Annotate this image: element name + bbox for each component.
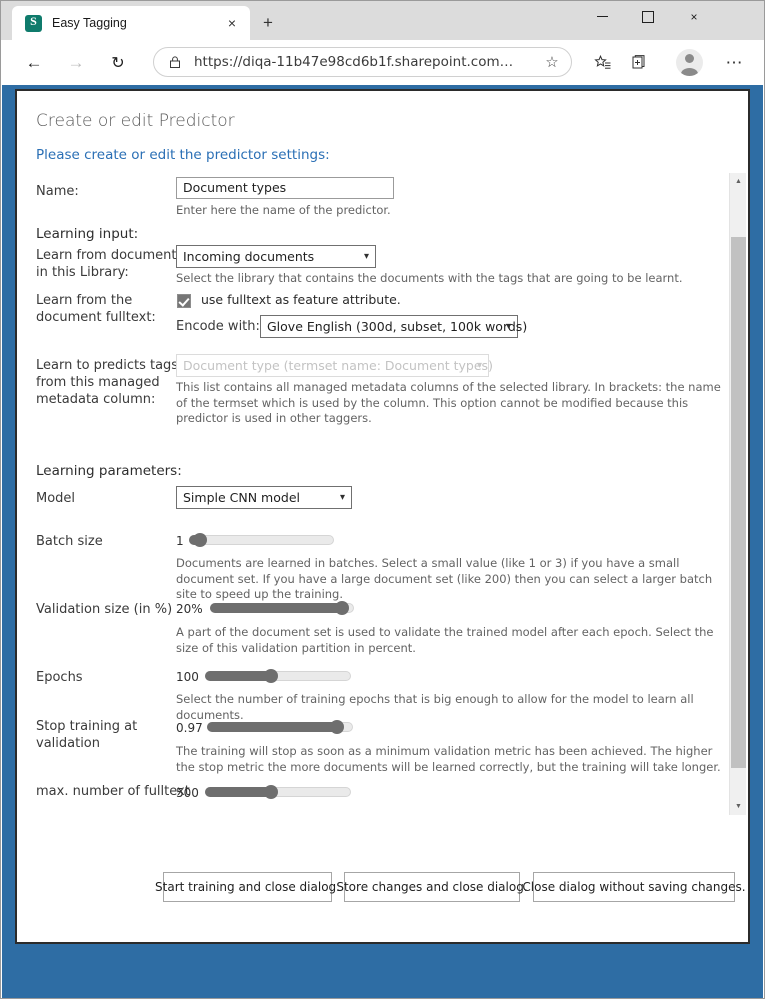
model-label: Model	[36, 490, 75, 507]
slider-thumb[interactable]	[335, 601, 349, 615]
learning-input-heading: Learning input:	[36, 226, 138, 242]
name-label: Name:	[36, 183, 176, 200]
metadata-column-help-text: This list contains all managed metadata …	[176, 380, 724, 427]
batch-size-label: Batch size	[36, 533, 103, 550]
library-help-text: Select the library that contains the doc…	[176, 271, 721, 287]
batch-size-help-text: Documents are learned in batches. Select…	[176, 556, 724, 603]
lock-icon	[168, 55, 182, 69]
collections-icon[interactable]	[626, 49, 653, 76]
tab-title: Easy Tagging	[52, 16, 220, 30]
encode-with-label: Encode with:	[176, 318, 260, 335]
tab-close-icon[interactable]: ×	[220, 11, 244, 35]
dialog-scrollbar[interactable]: ▲ ▼	[729, 173, 746, 815]
more-options-icon[interactable]: ⋯	[721, 49, 748, 76]
start-training-button[interactable]: Start training and close dialog.	[163, 872, 332, 902]
stop-training-label: Stop training at validation	[36, 718, 171, 752]
favorite-star-icon[interactable]: ☆	[539, 53, 565, 71]
predictor-dialog: Create or edit Predictor Please create o…	[15, 89, 750, 944]
epochs-value: 100	[176, 670, 199, 684]
scroll-up-arrow-icon[interactable]: ▲	[730, 173, 747, 190]
slider-thumb[interactable]	[193, 533, 207, 547]
encode-with-value: Glove English (300d, subset, 100k words)	[267, 319, 527, 334]
fulltext-label: Learn from the document fulltext:	[36, 292, 184, 326]
browser-toolbar: ← → ↻ https://diqa-11b47e98cd6b1f.sharep…	[1, 40, 764, 85]
name-input[interactable]: Document types	[176, 177, 394, 199]
batch-size-slider[interactable]	[189, 533, 334, 547]
slider-thumb[interactable]	[330, 720, 344, 734]
tab-strip: Easy Tagging × + ×	[1, 1, 764, 40]
sharepoint-favicon-icon	[25, 15, 42, 32]
scroll-down-arrow-icon[interactable]: ▼	[730, 798, 747, 815]
chevron-down-icon: ▾	[340, 487, 345, 508]
dialog-subtitle: Please create or edit the predictor sett…	[36, 147, 330, 163]
form-scroll-area: Name: Document types Enter here the name…	[17, 173, 748, 815]
dialog-button-row: Start training and close dialog. Store c…	[17, 872, 752, 902]
stop-training-value: 0.97	[176, 721, 203, 735]
slider-fill	[205, 787, 271, 797]
learning-parameters-heading: Learning parameters:	[36, 463, 182, 479]
window-close-button[interactable]: ×	[671, 1, 717, 32]
epochs-slider[interactable]	[205, 669, 351, 683]
window-maximize-button[interactable]	[625, 1, 671, 32]
address-bar[interactable]: https://diqa-11b47e98cd6b1f.sharepoint.c…	[153, 47, 572, 77]
close-dialog-button[interactable]: Close dialog without saving changes.	[533, 872, 735, 902]
scrollbar-thumb[interactable]	[731, 237, 746, 768]
model-select[interactable]: Simple CNN model ▾	[176, 486, 352, 509]
profile-avatar[interactable]	[676, 49, 703, 76]
model-select-value: Simple CNN model	[183, 490, 300, 505]
metadata-column-select: Document type (termset name: Document ty…	[176, 354, 489, 377]
metadata-column-value: Document type (termset name: Document ty…	[183, 358, 493, 373]
library-label: Learn from documents in this Library:	[36, 247, 184, 281]
stop-training-slider[interactable]	[207, 720, 353, 734]
browser-tab[interactable]: Easy Tagging ×	[12, 6, 250, 40]
encode-with-select[interactable]: Glove English (300d, subset, 100k words)…	[260, 315, 518, 338]
name-help-text: Enter here the name of the predictor.	[176, 203, 706, 219]
slider-track	[189, 535, 334, 545]
validation-size-value: 20%	[176, 602, 203, 616]
slider-fill	[210, 603, 342, 613]
browser-window: Easy Tagging × + × ← → ↻ https://diqa-11…	[0, 0, 765, 999]
use-fulltext-checkbox-label: use fulltext as feature attribute.	[201, 292, 401, 307]
epochs-help-text: Select the number of training epochs tha…	[176, 692, 724, 723]
validation-size-slider[interactable]	[210, 601, 354, 615]
chevron-down-icon: ▾	[506, 316, 511, 337]
forward-button[interactable]: →	[61, 48, 91, 78]
reload-button[interactable]: ↻	[103, 48, 133, 78]
chevron-down-icon: ▾	[364, 246, 369, 267]
url-text: https://diqa-11b47e98cd6b1f.sharepoint.c…	[194, 54, 539, 70]
max-fulltext-value: 500	[176, 786, 199, 800]
epochs-label: Epochs	[36, 669, 83, 686]
favorites-icon[interactable]	[589, 49, 616, 76]
stop-training-help-text: The training will stop as soon as a mini…	[176, 744, 724, 775]
window-minimize-button[interactable]	[579, 1, 625, 32]
slider-fill	[207, 722, 337, 732]
metadata-column-label: Learn to predicts tags from this managed…	[36, 357, 184, 408]
validation-size-help-text: A part of the document set is used to va…	[176, 625, 724, 656]
dialog-title: Create or edit Predictor	[36, 111, 235, 131]
batch-size-value: 1	[176, 534, 184, 548]
store-changes-button[interactable]: Store changes and close dialog.	[344, 872, 520, 902]
library-select-value: Incoming documents	[183, 249, 314, 264]
page-background-strip	[2, 958, 763, 998]
library-select[interactable]: Incoming documents ▾	[176, 245, 376, 268]
page-viewport: Create or edit Predictor Please create o…	[2, 85, 763, 998]
validation-size-label: Validation size (in %)	[36, 601, 172, 618]
back-button[interactable]: ←	[19, 48, 49, 78]
new-tab-button[interactable]: +	[254, 10, 282, 36]
max-fulltext-slider[interactable]	[205, 785, 351, 799]
chevron-down-icon: ▾	[477, 355, 482, 376]
use-fulltext-checkbox[interactable]	[177, 294, 191, 308]
slider-fill	[205, 671, 271, 681]
max-fulltext-label: max. number of fulltext	[36, 783, 190, 800]
